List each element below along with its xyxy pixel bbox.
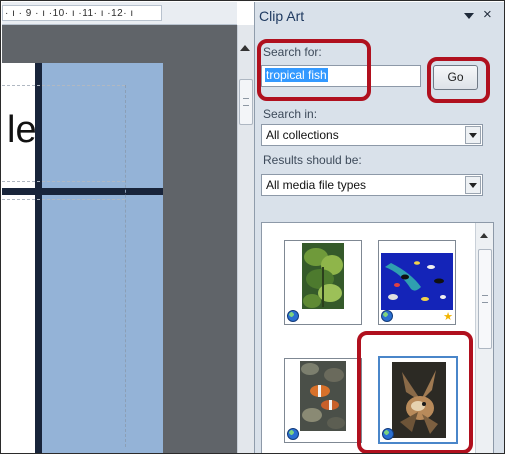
grip-icon (482, 295, 488, 303)
search-input-value: tropical fish (265, 68, 328, 82)
clownfish-photo (300, 361, 346, 431)
pane-options-icon[interactable] (464, 13, 474, 19)
search-input[interactable]: tropical fish (261, 65, 421, 87)
slide-horizontal-bar (2, 188, 163, 195)
slide-blue-panel[interactable] (41, 63, 163, 453)
clip-result-4[interactable] (378, 356, 458, 444)
search-in-label: Search in: (263, 107, 318, 121)
scrollbar-thumb[interactable] (239, 79, 253, 125)
results-area[interactable]: ★ (261, 222, 494, 453)
results-type-select[interactable]: All media file types (261, 174, 483, 196)
clip-result-3[interactable] (284, 358, 362, 443)
scroll-up-arrow-icon[interactable] (480, 233, 488, 238)
grip-icon (243, 98, 249, 106)
search-in-value: All collections (266, 128, 339, 142)
results-type-value: All media file types (266, 178, 367, 192)
chevron-down-icon[interactable] (465, 176, 481, 194)
slide-title-text[interactable]: le (7, 111, 37, 149)
globe-icon (287, 310, 299, 322)
fish-illustration-image (381, 253, 453, 310)
search-for-label: Search for: (263, 45, 322, 59)
ruler-markings: · ı · 9 · ı ·10· ı ·11· ı ·12· ı (5, 8, 134, 19)
horizontal-ruler[interactable]: · ı · 9 · ı ·10· ı ·11· ı ·12· ı (2, 2, 237, 25)
results-type-label: Results should be: (263, 153, 362, 167)
document-vertical-scrollbar[interactable] (237, 25, 254, 453)
globe-icon (381, 310, 393, 322)
ruler-strip: · ı · 9 · ı ·10· ı ·11· ı ·12· ı (2, 5, 162, 21)
scroll-up-arrow-icon[interactable] (240, 45, 250, 51)
placeholder-border-right (125, 85, 126, 447)
globe-icon (382, 428, 394, 440)
globe-icon (287, 428, 299, 440)
results-vertical-scrollbar[interactable] (475, 223, 493, 453)
window-frame: · ı · 9 · ı ·10· ı ·11· ı ·12· ı le Clip… (0, 0, 505, 454)
search-in-select[interactable]: All collections (261, 124, 483, 146)
chevron-down-icon[interactable] (465, 126, 481, 144)
lionfish-photo (392, 362, 446, 438)
pane-title-bar: Clip Art × (255, 2, 504, 30)
placeholder-border-top (2, 85, 125, 86)
content-placeholder-border (2, 199, 125, 200)
go-button[interactable]: Go (433, 65, 478, 90)
clip-result-1[interactable] (284, 240, 362, 325)
clip-art-pane: Clip Art × Search for: tropical fish Go … (254, 2, 504, 453)
plant-image (302, 243, 344, 309)
clip-result-2[interactable]: ★ (378, 240, 456, 325)
placeholder-border-bottom (2, 181, 125, 182)
pane-title: Clip Art (259, 8, 305, 24)
scrollbar-thumb[interactable] (478, 249, 492, 349)
close-icon[interactable]: × (483, 7, 492, 22)
star-icon: ★ (443, 311, 453, 323)
